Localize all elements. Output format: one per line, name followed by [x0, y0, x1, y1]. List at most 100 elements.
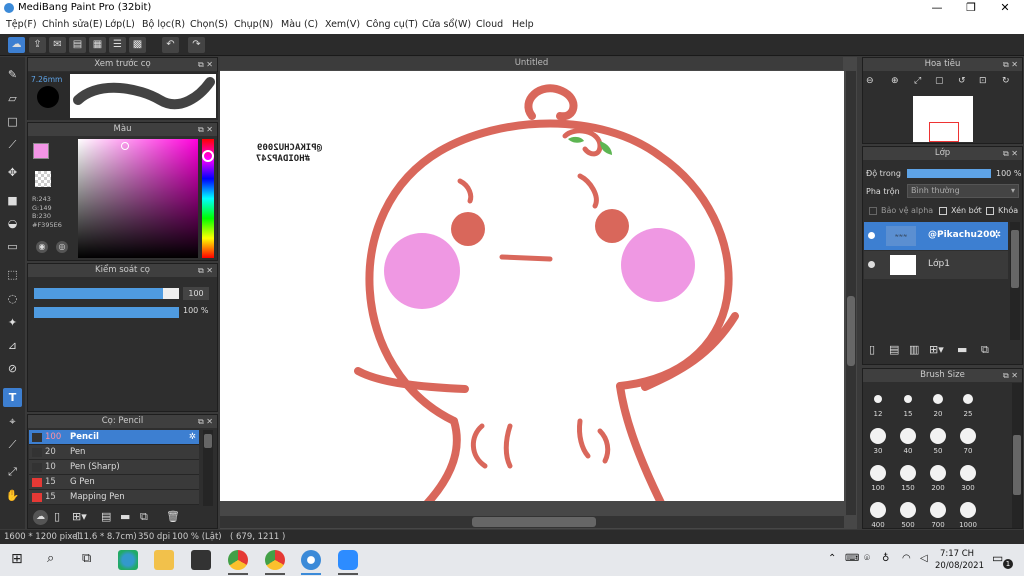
menu-layer[interactable]: Lớp(L): [105, 19, 135, 30]
menu-select[interactable]: Chọn(S): [190, 19, 228, 30]
message-icon[interactable]: ▤: [69, 37, 86, 53]
duplicate-layer-icon[interactable]: ⧉: [981, 343, 989, 357]
network-icon[interactable]: ⌨: [845, 553, 859, 564]
brush-item[interactable]: 10 Pen (Sharp): [29, 460, 199, 475]
select-pen-tool-icon[interactable]: ⊿: [3, 336, 22, 355]
visibility-icon[interactable]: [868, 261, 875, 268]
menu-view[interactable]: Xem(V): [325, 19, 360, 30]
menu-tools[interactable]: Công cụ(T): [366, 19, 418, 30]
hue-slider-handle[interactable]: [202, 150, 214, 162]
brush-item[interactable]: 15 G Pen: [29, 475, 199, 490]
select-rect-tool-icon[interactable]: ⬚: [3, 265, 22, 284]
document-icon[interactable]: ▦: [89, 37, 106, 53]
eyedropper-tool-icon[interactable]: ⤢: [3, 462, 22, 481]
rotate-right-icon[interactable]: ↻: [1002, 76, 1010, 86]
edge-browser-icon[interactable]: [118, 550, 138, 570]
brush-size-scrollbar[interactable]: [1012, 383, 1022, 528]
brush-size-dot[interactable]: [960, 428, 976, 444]
wifi-icon[interactable]: ◠: [902, 553, 911, 564]
brush-tool-icon[interactable]: ✎: [3, 65, 22, 84]
hand-tool-icon[interactable]: ✋: [3, 486, 22, 505]
color-wheel-icon[interactable]: ◎: [56, 241, 68, 253]
volume-icon[interactable]: ◁: [920, 553, 928, 564]
brush-item[interactable]: 15 Mapping Pen: [29, 490, 199, 505]
hue-slider[interactable]: [202, 139, 214, 258]
zoom-out-icon[interactable]: ⊖: [866, 76, 874, 86]
brush-opacity-slider[interactable]: [34, 307, 179, 318]
brush-size-dot[interactable]: [930, 465, 946, 481]
layer-settings-icon[interactable]: ✲: [992, 228, 1001, 241]
horizontal-scrollbar[interactable]: [220, 516, 844, 528]
rotate-left-icon[interactable]: ↺: [958, 76, 966, 86]
dot-brush-tool-icon[interactable]: ⟋: [3, 135, 22, 154]
clock-time[interactable]: 7:17 CH: [935, 548, 979, 560]
panel-close-icon[interactable]: ⧉ ✕: [1003, 147, 1018, 160]
panel-close-icon[interactable]: ⧉ ✕: [1003, 58, 1018, 71]
text-tool-icon[interactable]: T: [3, 388, 22, 407]
panel-close-icon[interactable]: ⧉ ✕: [198, 58, 213, 71]
navigator-viewport[interactable]: [929, 122, 959, 142]
panel-close-icon[interactable]: ⧉ ✕: [1003, 369, 1018, 382]
menu-cloud[interactable]: Cloud: [476, 19, 503, 30]
search-icon[interactable]: ⌕: [47, 551, 54, 566]
panel-close-icon[interactable]: ⧉ ✕: [198, 415, 213, 428]
operation-tool-icon[interactable]: ⌖: [3, 412, 22, 431]
microphone-icon[interactable]: ♁: [882, 553, 889, 564]
divide-tool-icon[interactable]: ⟋: [3, 435, 22, 454]
drawing-canvas[interactable]: @PIKACHU2009 #HOIDAP247: [220, 71, 844, 501]
layer-scrollbar[interactable]: [1010, 222, 1020, 340]
brush-item[interactable]: 100 Pencil ✲: [29, 430, 199, 445]
brush-size-dot[interactable]: [874, 395, 882, 403]
select-eraser-tool-icon[interactable]: ⊘: [3, 359, 22, 378]
maximize-button[interactable]: ❐: [954, 0, 988, 17]
file-explorer-icon[interactable]: [154, 550, 174, 570]
panel-close-icon[interactable]: ⧉ ✕: [198, 264, 213, 277]
brush-size-dot[interactable]: [930, 502, 946, 518]
minimize-button[interactable]: —: [920, 0, 954, 17]
brush-size-dot[interactable]: [933, 394, 943, 404]
brush-size-dot[interactable]: [870, 502, 886, 518]
brush-size-dot[interactable]: [930, 428, 946, 444]
vertical-scrollbar[interactable]: [846, 71, 856, 515]
brush-size-dot[interactable]: [963, 394, 973, 404]
grid-icon[interactable]: ▩: [129, 37, 146, 53]
new-8bit-layer-icon[interactable]: ▥: [909, 343, 919, 356]
menu-window[interactable]: Cửa sổ(W): [422, 19, 471, 30]
transparent-color-swatch[interactable]: [35, 171, 51, 187]
add-layer-menu-icon[interactable]: ⊞▾: [929, 343, 944, 356]
panel-close-icon[interactable]: ⧉ ✕: [198, 123, 213, 136]
show-hidden-icons-icon[interactable]: ⌃: [828, 553, 836, 564]
notification-icon[interactable]: ▭: [992, 551, 1003, 565]
undo-icon[interactable]: ↶: [162, 37, 179, 53]
layer-item[interactable]: ≈≈≈ @Pikachu200 ✲: [864, 222, 1008, 250]
chrome-icon[interactable]: [228, 550, 248, 570]
blend-mode-select[interactable]: Bình thường ▾: [907, 184, 1019, 198]
layer-item[interactable]: Lớp1: [864, 251, 1008, 279]
cloud-icon[interactable]: ☁: [8, 37, 25, 53]
new-halftone-layer-icon[interactable]: ▤: [889, 343, 899, 356]
menu-filter[interactable]: Bộ lọc(R): [142, 19, 185, 30]
bucket-tool-icon[interactable]: ◒: [3, 214, 22, 233]
new-layer-icon[interactable]: ▯: [869, 343, 875, 356]
task-view-icon[interactable]: ⧉: [82, 551, 91, 566]
cloud-brush-icon[interactable]: ☁: [33, 510, 48, 525]
menu-help[interactable]: Help: [512, 19, 534, 30]
fill-rect-tool-icon[interactable]: ■: [3, 191, 22, 210]
protect-alpha-checkbox[interactable]: [869, 207, 877, 215]
eraser-tool-icon[interactable]: ▱: [3, 89, 22, 108]
brush-list-scrollbar[interactable]: [203, 430, 213, 506]
close-button[interactable]: ✕: [988, 0, 1022, 17]
navigator-preview[interactable]: [913, 96, 973, 142]
chrome-profile-icon[interactable]: [265, 550, 285, 570]
medibang-icon[interactable]: [301, 550, 321, 570]
windows-start-icon[interactable]: ⊞: [11, 551, 23, 567]
redo-icon[interactable]: ↷: [188, 37, 205, 53]
saturation-value-picker[interactable]: [78, 139, 198, 258]
brush-settings-icon[interactable]: ✲: [189, 430, 196, 445]
brush-size-input[interactable]: 100: [183, 287, 209, 300]
layer-folder-icon[interactable]: ▬: [957, 343, 967, 356]
menu-edit[interactable]: Chỉnh sửa(E): [42, 19, 103, 30]
brush-size-dot[interactable]: [870, 428, 886, 444]
palette-icon[interactable]: ◉: [36, 241, 48, 253]
brush-size-dot[interactable]: [900, 428, 916, 444]
